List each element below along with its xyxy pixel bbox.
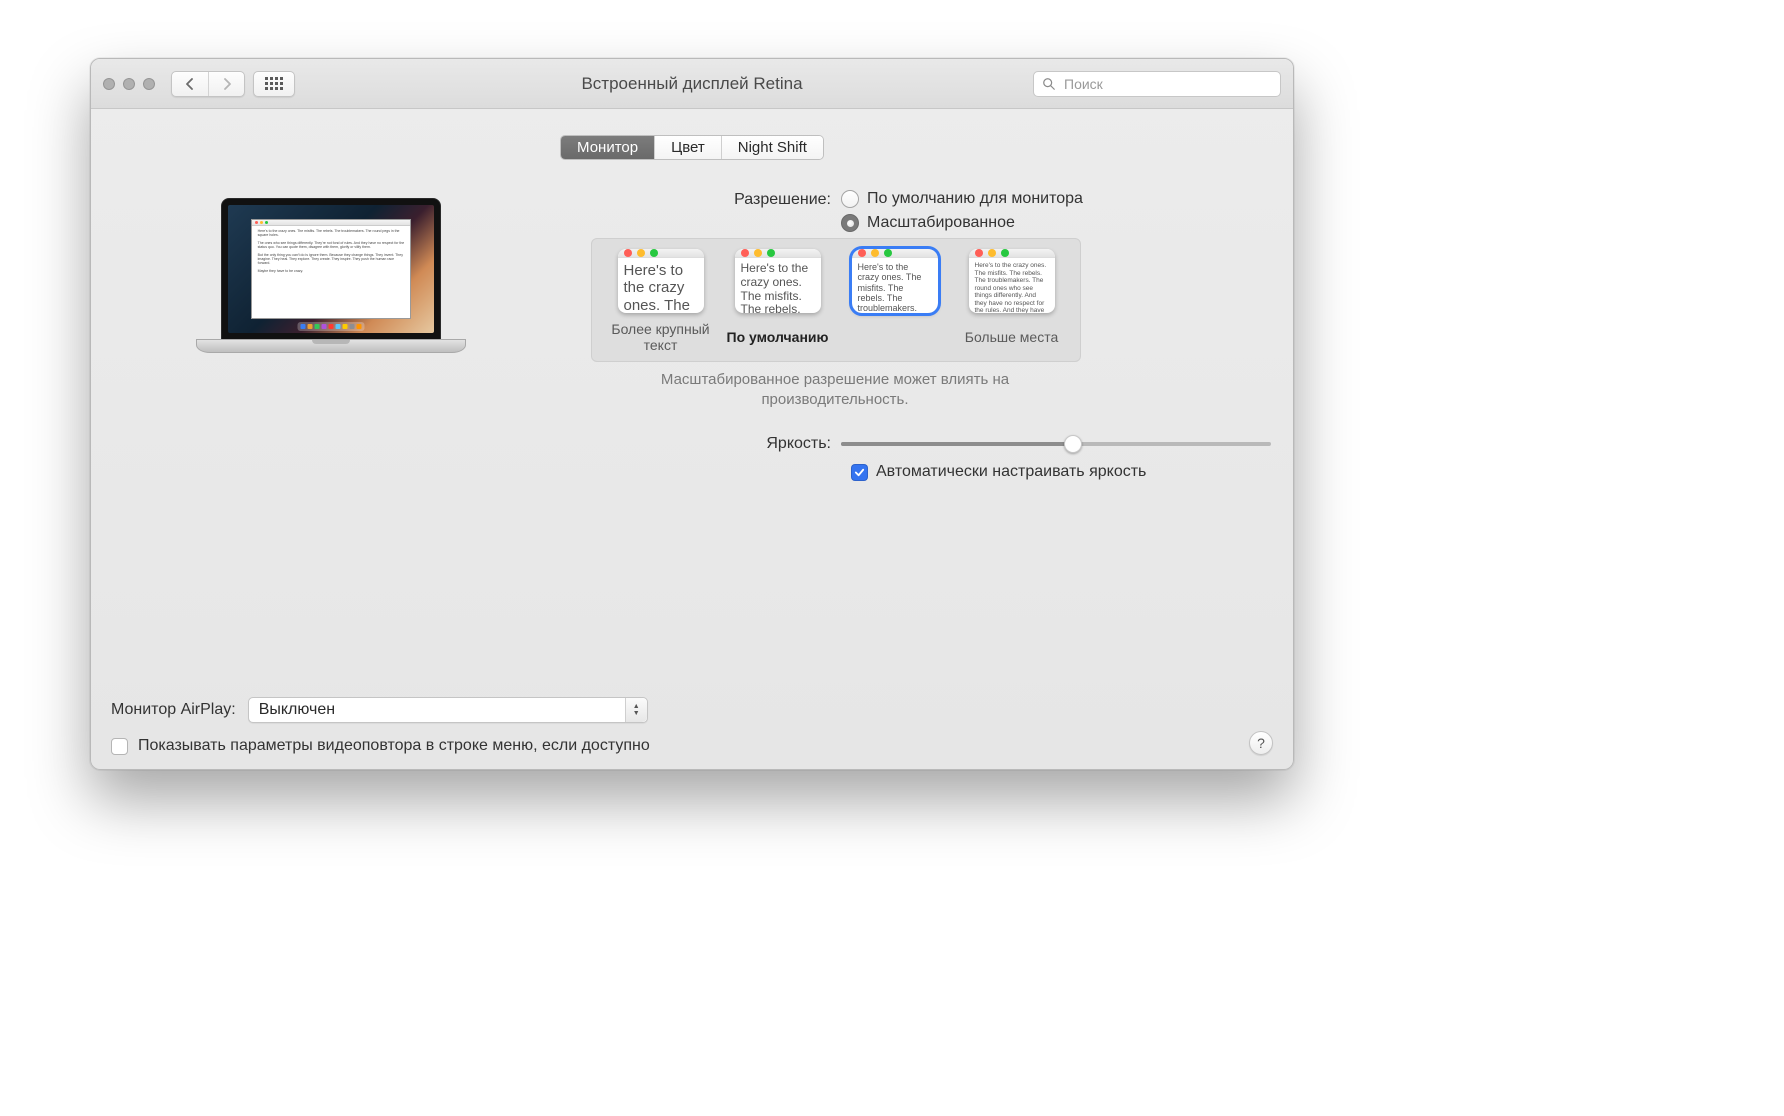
titlebar: Встроенный дисплей Retina <box>91 59 1293 109</box>
grid-icon <box>265 77 283 90</box>
search-field[interactable] <box>1033 71 1281 97</box>
airplay-select[interactable]: Выключен ▲▼ <box>248 697 648 723</box>
scale-option-3-selected[interactable]: Here's to the crazy ones. The misfits. T… <box>852 249 938 313</box>
display-preview: Here's to the crazy ones. The misfits. T… <box>111 190 551 353</box>
back-button[interactable] <box>172 72 208 96</box>
radio-label: Масштабированное <box>867 214 1015 232</box>
brightness-label: Яркость: <box>551 435 841 453</box>
scale-option-caption: Больше места <box>965 321 1059 353</box>
airplay-value: Выключен <box>249 701 625 719</box>
settings-column: Разрешение: По умолчанию для монитора Ма… <box>551 190 1273 481</box>
minimize-window-button[interactable] <box>123 78 135 90</box>
radio-label: По умолчанию для монитора <box>867 190 1083 208</box>
select-stepper-icon: ▲▼ <box>625 698 647 722</box>
checkbox-checked-icon <box>851 464 868 481</box>
forward-button[interactable] <box>208 72 244 96</box>
preferences-window: Встроенный дисплей Retina Монитор Цвет N… <box>90 58 1294 770</box>
slider-fill <box>841 442 1073 446</box>
zoom-window-button[interactable] <box>143 78 155 90</box>
brightness-slider[interactable] <box>841 442 1271 446</box>
search-icon <box>1042 77 1056 91</box>
tab-display[interactable]: Монитор <box>561 136 654 159</box>
radio-icon <box>841 190 859 208</box>
auto-brightness-checkbox[interactable]: Автоматически настраивать яркость <box>851 463 1273 481</box>
sample-text: Here's to the crazy ones. The misfits. T… <box>618 258 704 313</box>
slider-knob[interactable] <box>1064 435 1082 453</box>
pane-body: Монитор Цвет Night Shift Here's to the c… <box>91 109 1293 499</box>
radio-icon <box>841 214 859 232</box>
close-window-button[interactable] <box>103 78 115 90</box>
checkbox-unchecked-icon <box>111 738 128 755</box>
chevron-left-icon <box>185 78 195 90</box>
bottom-controls: Монитор AirPlay: Выключен ▲▼ Показывать … <box>111 697 1273 755</box>
laptop-icon: Here's to the crazy ones. The misfits. T… <box>196 198 466 353</box>
show-all-button[interactable] <box>253 71 295 97</box>
sample-text: Here's to the crazy ones. The misfits. T… <box>969 258 1055 313</box>
checkbox-label: Показывать параметры видеоповтора в стро… <box>138 737 650 755</box>
mirror-checkbox[interactable]: Показывать параметры видеоповтора в стро… <box>111 737 1273 755</box>
resolution-scaled-radio[interactable]: Масштабированное <box>841 214 1083 232</box>
scale-option-caption: Более крупный текст <box>606 321 716 353</box>
tab-nightshift[interactable]: Night Shift <box>721 136 823 159</box>
sample-text: Here's to the crazy ones. The misfits. T… <box>852 258 938 313</box>
resolution-label: Разрешение: <box>551 190 841 209</box>
scale-option-2[interactable]: Here's to the crazy ones. The misfits. T… <box>735 249 821 313</box>
search-input[interactable] <box>1062 75 1272 93</box>
performance-note: Масштабированное разрешение может влиять… <box>605 370 1065 409</box>
scale-option-more-space[interactable]: Here's to the crazy ones. The misfits. T… <box>969 249 1055 313</box>
scaled-options-well: Here's to the crazy ones. The misfits. T… <box>591 238 1081 362</box>
resolution-default-radio[interactable]: По умолчанию для монитора <box>841 190 1083 208</box>
sample-window-icon: Here's to the crazy ones. The misfits. T… <box>251 219 412 319</box>
checkbox-label: Автоматически настраивать яркость <box>876 463 1146 481</box>
scale-option-caption: По умолчанию <box>727 321 829 353</box>
tab-color[interactable]: Цвет <box>654 136 721 159</box>
scale-option-larger-text[interactable]: Here's to the crazy ones. The misfits. T… <box>618 249 704 313</box>
help-button[interactable]: ? <box>1249 731 1273 755</box>
airplay-label: Монитор AirPlay: <box>111 701 236 719</box>
chevron-right-icon <box>222 78 232 90</box>
window-controls <box>103 78 155 90</box>
sample-text: Here's to the crazy ones. The misfits. T… <box>735 258 821 313</box>
nav-back-forward <box>171 71 245 97</box>
scale-option-caption <box>893 321 897 353</box>
tab-bar: Монитор Цвет Night Shift <box>560 135 824 160</box>
